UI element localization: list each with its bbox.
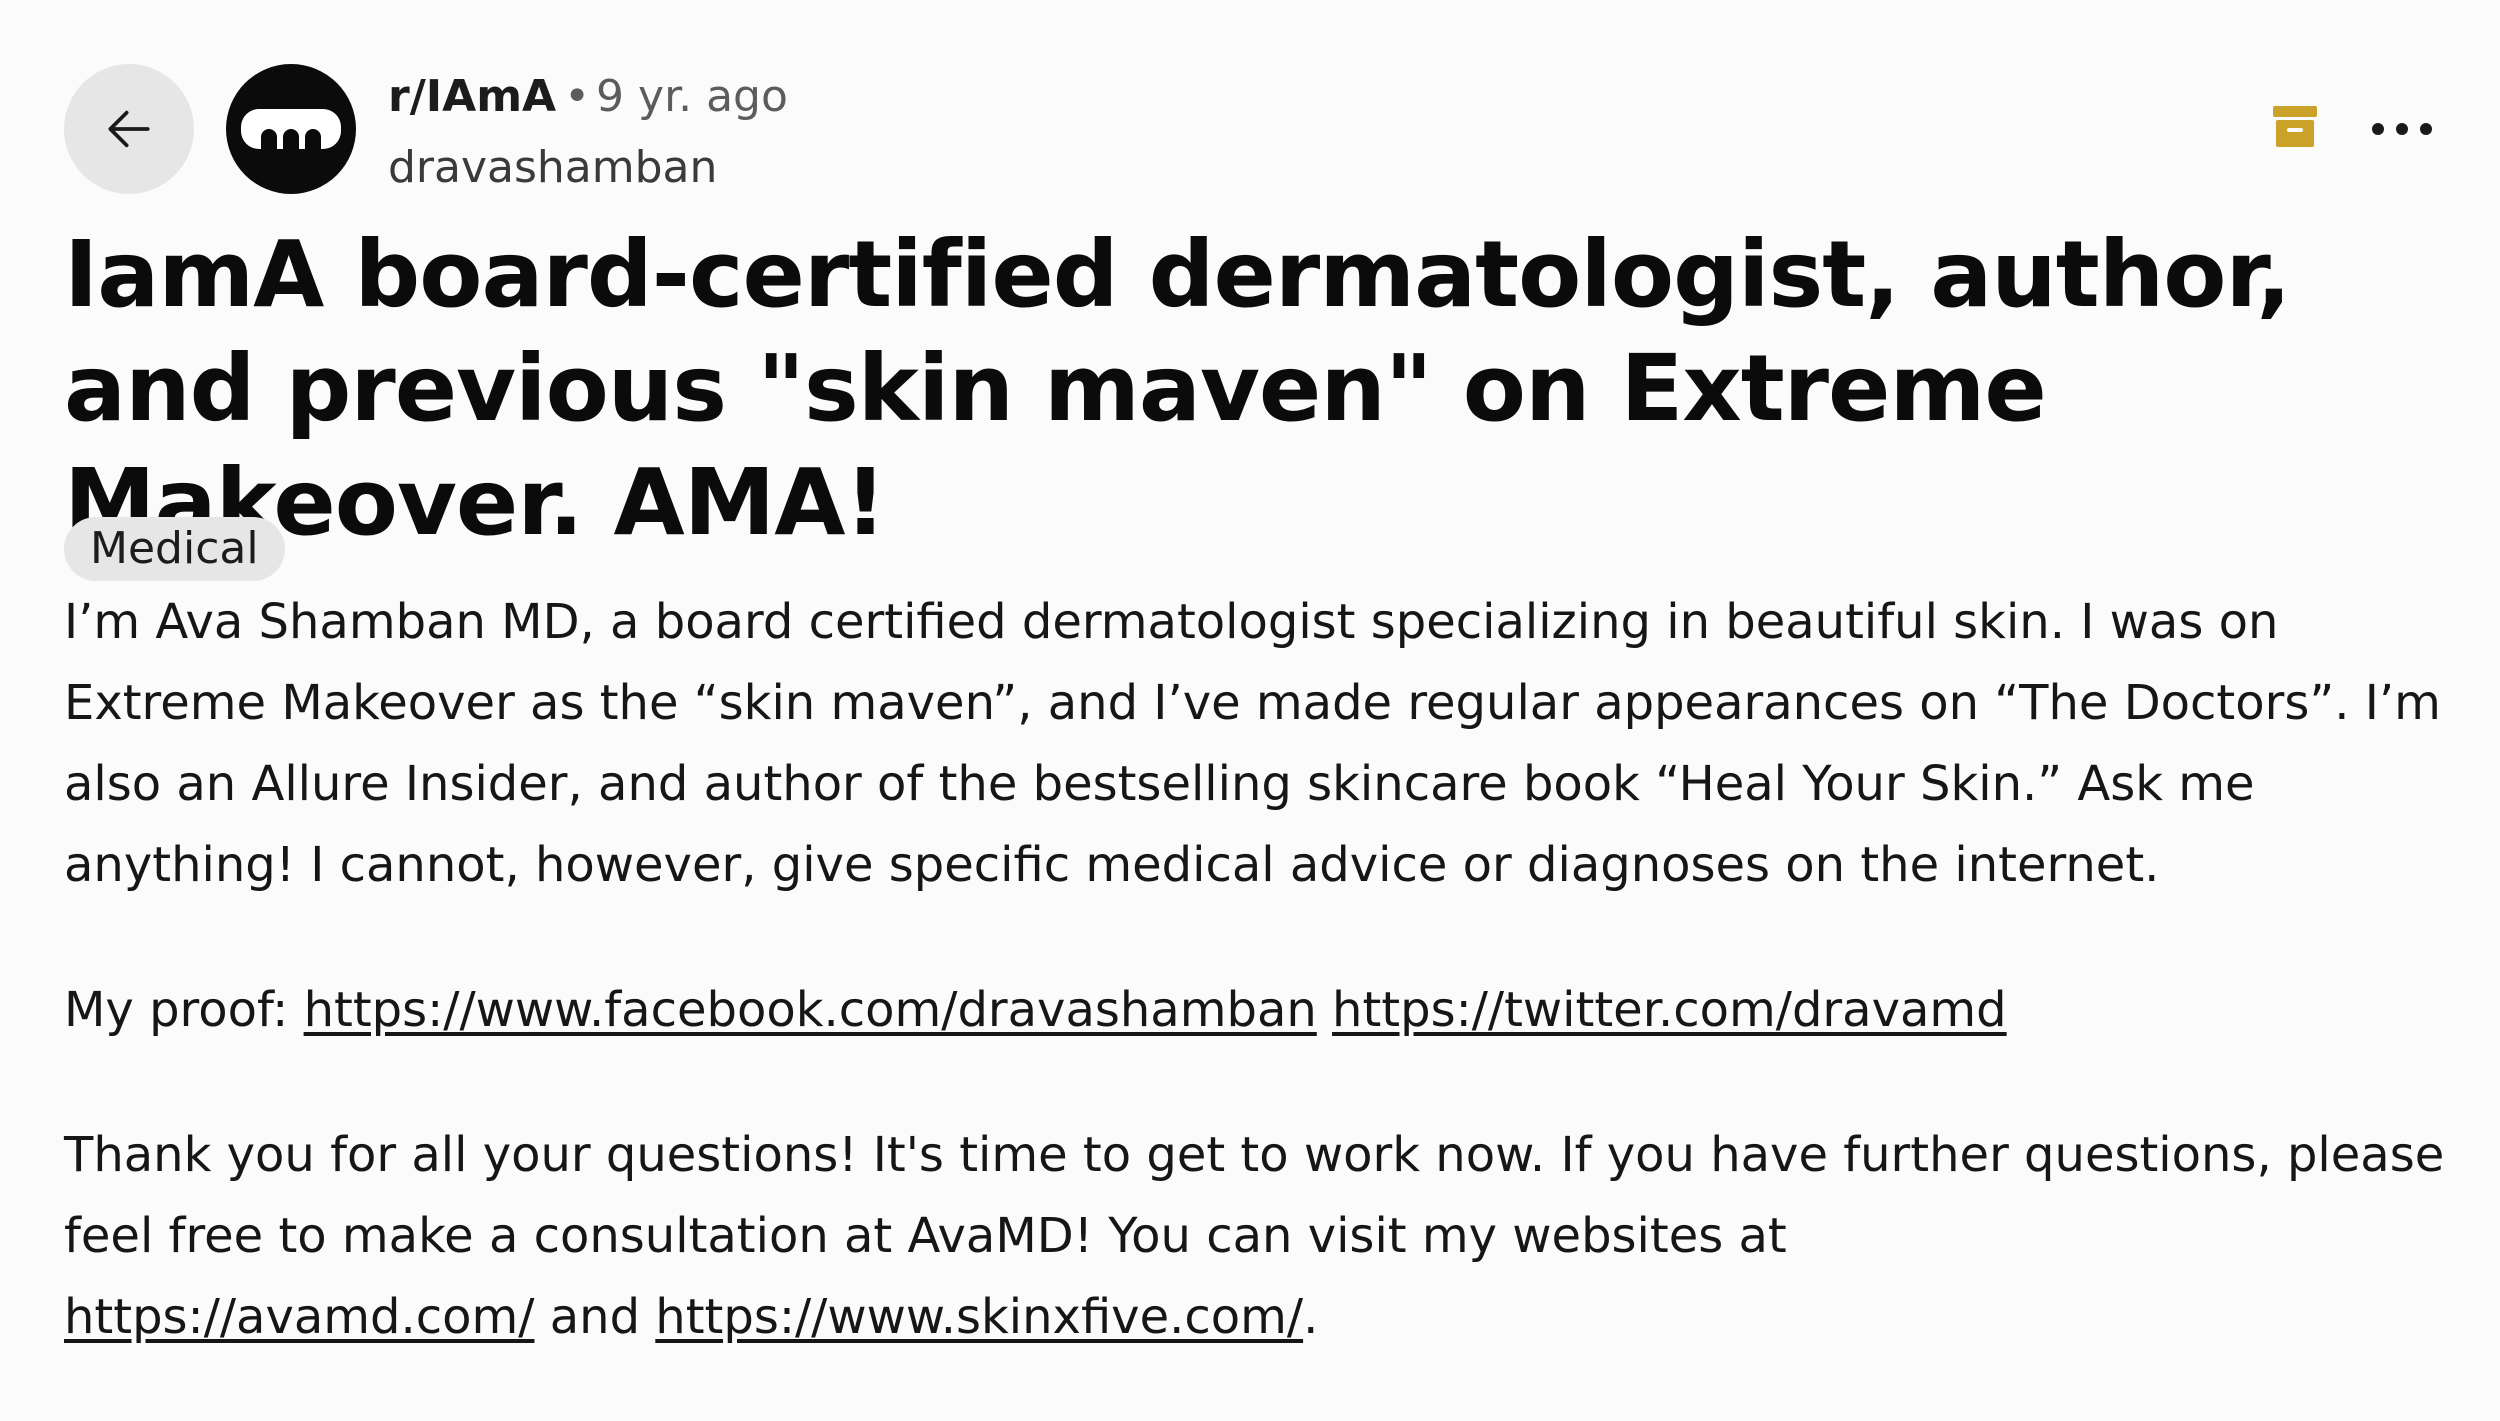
post-title: IamA board-certified dermatologist, auth… <box>64 221 2291 556</box>
post-time: 9 yr. ago <box>596 71 788 122</box>
closing-period: . <box>1303 1289 1319 1345</box>
arrow-left-icon <box>108 110 150 148</box>
skinxfive-link[interactable]: https://www.skinxfive.com/ <box>655 1289 1303 1345</box>
closing-text: Thank you for all your questions! It's t… <box>64 1127 2445 1264</box>
avamd-link[interactable]: https://avamd.com/ <box>64 1289 534 1345</box>
subreddit-logo-icon <box>241 109 341 149</box>
author-name[interactable]: dravashamban <box>388 142 717 193</box>
subreddit-name[interactable]: r/IAmA <box>388 71 556 122</box>
twitter-link[interactable]: https://twitter.com/dravamd <box>1332 982 2007 1038</box>
facebook-link[interactable]: https://www.facebook.com/dravashamban <box>304 982 1317 1038</box>
meta-separator: • <box>564 71 591 122</box>
post-flair[interactable]: Medical <box>64 517 285 581</box>
post-meta: r/IAmA • 9 yr. ago dravashamban <box>388 66 788 208</box>
archived-indicator[interactable] <box>2270 102 2320 152</box>
closing-and: and <box>534 1289 656 1345</box>
back-button[interactable] <box>64 64 194 194</box>
proof-label: My proof: <box>64 982 304 1038</box>
archive-icon <box>2273 106 2317 147</box>
more-options-icon-dot <box>2420 123 2432 135</box>
subreddit-avatar[interactable] <box>226 64 356 194</box>
body-paragraph-intro: I’m Ava Shamban MD, a board certified de… <box>64 594 2441 893</box>
more-options-icon <box>2372 123 2384 135</box>
more-options-button[interactable] <box>2372 104 2432 154</box>
body-paragraph-closing: Thank you for all your questions! It's t… <box>64 1115 2454 1358</box>
more-options-icon-dot <box>2396 123 2408 135</box>
body-paragraph-proof: My proof: https://www.facebook.com/drava… <box>64 970 2454 1051</box>
post-body: I’m Ava Shamban MD, a board certified de… <box>64 582 2454 1358</box>
